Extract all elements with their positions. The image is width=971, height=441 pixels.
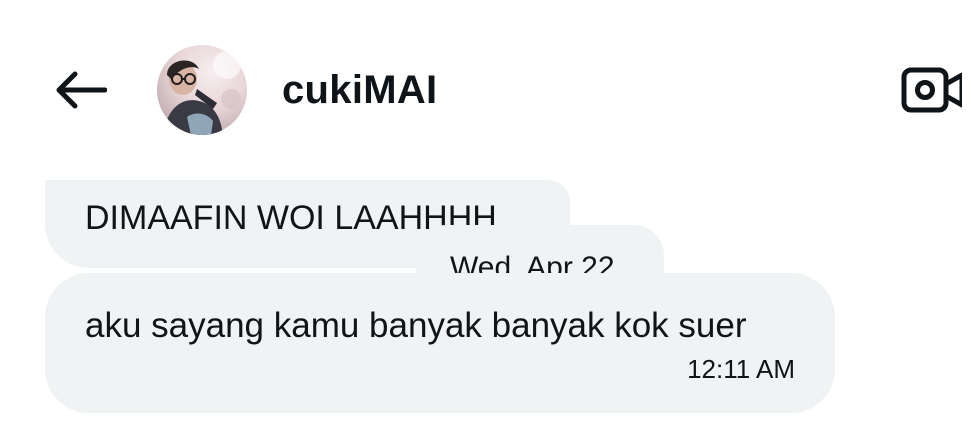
conversation-username[interactable]: cukiMAI [282, 66, 437, 114]
message-timestamp: 12:11 AM [687, 354, 795, 384]
back-button[interactable] [52, 66, 108, 114]
video-camera-icon [901, 67, 962, 113]
conversation-header: cukiMAI [0, 0, 971, 170]
message-bubble[interactable]: aku sayang kamu banyak banyak kok suer 1… [45, 273, 835, 413]
arrow-left-icon [56, 71, 107, 109]
video-call-button[interactable] [900, 62, 964, 118]
user-avatar-image [157, 45, 247, 135]
avatar[interactable] [157, 45, 247, 135]
message-text: aku sayang kamu banyak banyak kok suer [85, 306, 747, 345]
